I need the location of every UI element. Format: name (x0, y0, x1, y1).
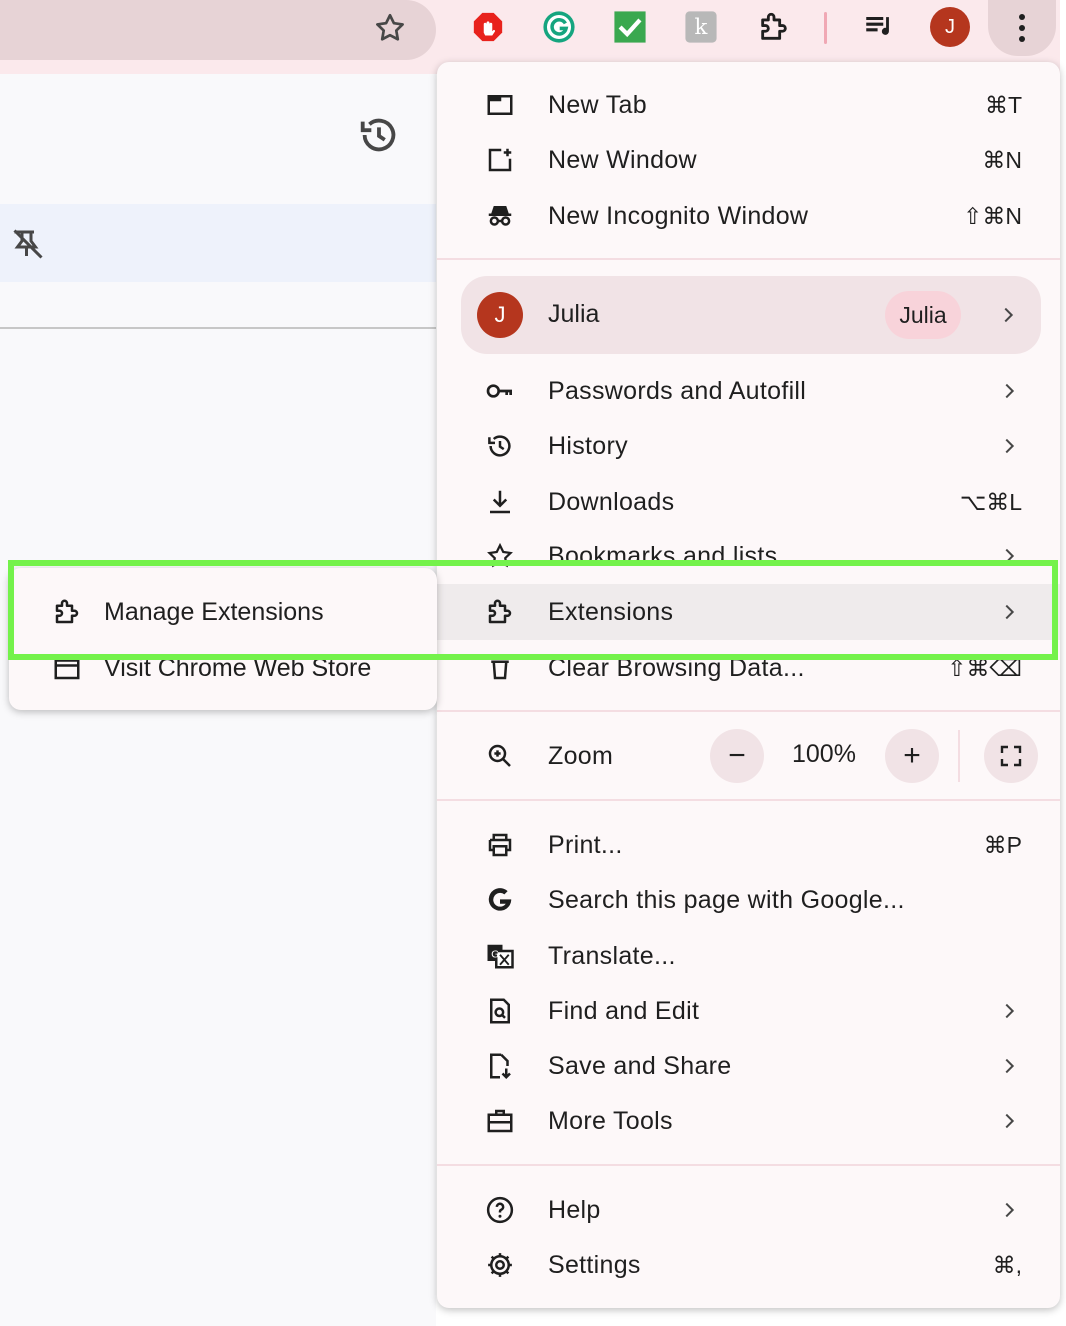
new-tab-icon (482, 87, 518, 123)
menu-item-find-edit[interactable]: Find and Edit (437, 985, 1060, 1037)
menu-item-label: Translate... (548, 941, 676, 970)
menu-separator (437, 799, 1060, 801)
chevron-right-icon (1004, 307, 1014, 323)
chrome-main-menu: New Tab ⌘T New Window ⌘N New Incognito W… (437, 62, 1060, 1308)
fullscreen-button[interactable] (984, 729, 1038, 783)
menu-item-label: Find and Edit (548, 996, 700, 1025)
menu-item-settings[interactable]: Settings ⌘, (437, 1239, 1060, 1291)
menu-separator (437, 710, 1060, 712)
highlight-annotation-box (8, 560, 1058, 660)
menu-item-label: Zoom (548, 741, 614, 770)
menu-item-label: Downloads (548, 487, 675, 516)
history-icon (482, 428, 518, 464)
menu-item-save-share[interactable]: Save and Share (437, 1040, 1060, 1092)
help-icon (482, 1192, 518, 1228)
menu-item-downloads[interactable]: Downloads ⌥⌘L (437, 476, 1060, 528)
menu-item-translate[interactable]: G Translate... (437, 930, 1060, 982)
menu-item-search-google[interactable]: Search this page with Google... (437, 874, 1060, 926)
zoom-out-button[interactable]: − (710, 729, 764, 783)
menu-item-label: History (548, 431, 628, 460)
zoom-in-button[interactable]: + (885, 729, 939, 783)
toolbar-divider (824, 12, 827, 44)
menu-item-passwords[interactable]: Passwords and Autofill (437, 365, 1060, 417)
profile-chip: Julia (885, 291, 961, 339)
menu-item-new-tab[interactable]: New Tab ⌘T (437, 79, 1060, 131)
side-panel-selected-row[interactable] (0, 204, 436, 282)
fullscreen-icon (1000, 745, 1022, 767)
svg-text:G: G (491, 949, 499, 960)
menu-item-label: Search this page with Google... (548, 885, 905, 914)
chevron-right-icon (1005, 1003, 1015, 1019)
shortcut: ⌘P (983, 831, 1022, 858)
gear-icon (482, 1247, 518, 1283)
profile-name: Julia (548, 300, 600, 328)
shortcut: ⌘T (984, 91, 1022, 118)
menu-item-help[interactable]: Help (437, 1184, 1060, 1236)
address-bar[interactable] (0, 0, 436, 60)
puzzle-extensions-icon[interactable] (756, 9, 792, 45)
zoom-in-icon (482, 738, 518, 774)
chevron-right-icon (1005, 1202, 1015, 1218)
adblock-icon[interactable] (470, 9, 506, 45)
menu-item-label: Save and Share (548, 1051, 732, 1080)
menu-item-label: New Tab (548, 90, 647, 119)
media-queue-icon[interactable] (861, 9, 897, 45)
menu-item-more-tools[interactable]: More Tools (437, 1095, 1060, 1147)
k-extension-icon[interactable]: k (683, 9, 719, 45)
profile-avatar[interactable]: J (930, 7, 970, 47)
chevron-right-icon (1005, 438, 1015, 454)
printer-icon (482, 827, 518, 863)
history-icon[interactable] (356, 112, 402, 158)
download-icon (482, 484, 518, 520)
side-panel-divider (0, 327, 436, 329)
chevron-right-icon (1005, 383, 1015, 399)
shortcut: ⌘N (982, 146, 1022, 173)
menu-item-history[interactable]: History (437, 420, 1060, 472)
menu-separator (437, 258, 1060, 260)
toolbox-icon (482, 1103, 518, 1139)
shortcut: ⌥⌘L (959, 488, 1022, 515)
unpin-icon[interactable] (10, 226, 46, 262)
menu-item-label: Print... (548, 830, 623, 859)
profile-avatar: J (477, 292, 523, 338)
key-icon (482, 373, 518, 409)
zoom-level: 100% (792, 740, 856, 768)
grammarly-icon[interactable] (541, 9, 577, 45)
chrome-menu-button[interactable] (988, 0, 1056, 56)
profile-row[interactable]: J Julia Julia (461, 276, 1041, 354)
menu-item-new-window[interactable]: New Window ⌘N (437, 134, 1060, 186)
menu-item-label: Passwords and Autofill (548, 376, 807, 405)
menu-item-label: More Tools (548, 1106, 673, 1135)
menu-item-label: Settings (548, 1250, 641, 1279)
menu-item-label: Help (548, 1195, 601, 1224)
menu-item-print[interactable]: Print... ⌘P (437, 819, 1060, 871)
bookmark-star-icon[interactable] (372, 10, 408, 46)
incognito-icon (482, 198, 518, 234)
new-window-icon (482, 142, 518, 178)
chevron-right-icon (1005, 1113, 1015, 1129)
menu-separator (437, 1164, 1060, 1166)
chevron-right-icon (1005, 1058, 1015, 1074)
translate-icon: G (482, 938, 518, 974)
shortcut: ⇧⌘N (963, 202, 1022, 229)
save-share-icon (482, 1048, 518, 1084)
find-in-page-icon (482, 993, 518, 1029)
svg-text:k: k (695, 15, 709, 40)
menu-item-label: New Incognito Window (548, 201, 809, 230)
checkmark-extension-icon[interactable] (612, 9, 648, 45)
menu-item-label: New Window (548, 145, 697, 174)
menu-item-new-incognito[interactable]: New Incognito Window ⇧⌘N (437, 190, 1060, 242)
zoom-divider (958, 730, 960, 782)
shortcut: ⌘, (992, 1251, 1022, 1278)
google-g-icon (482, 882, 518, 918)
